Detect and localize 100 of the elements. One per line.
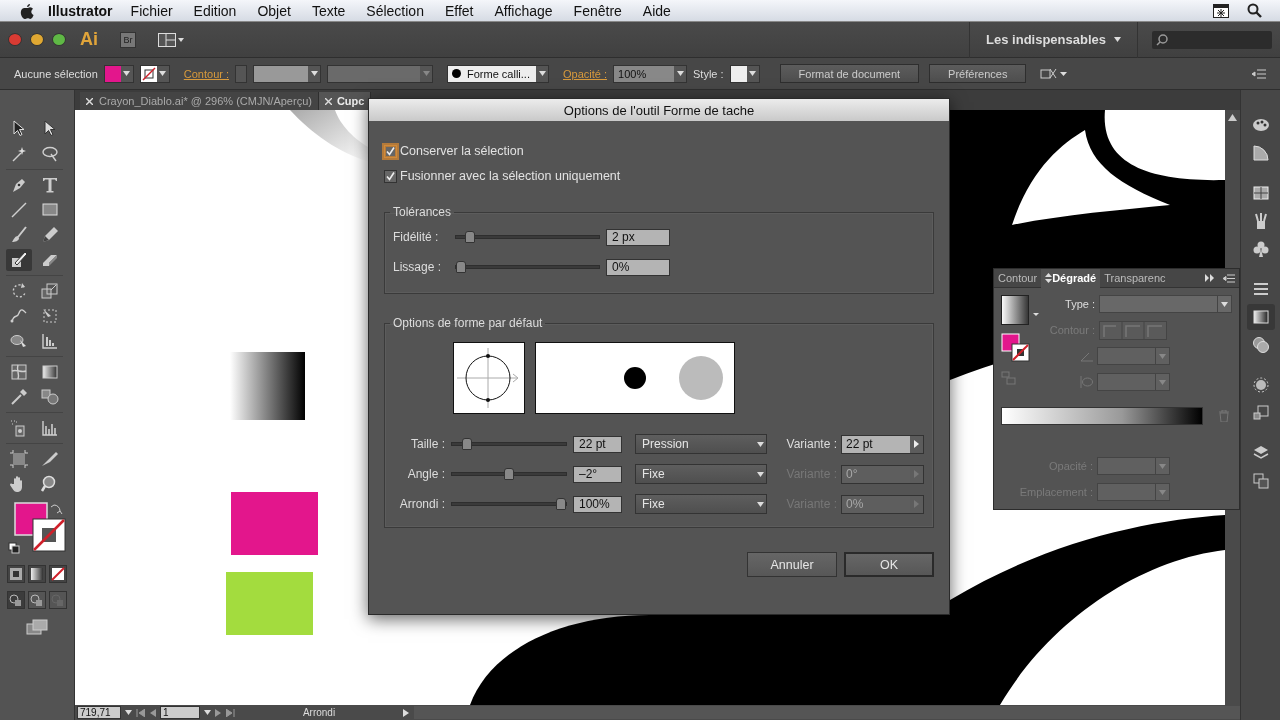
slider-thumb[interactable] bbox=[456, 261, 466, 273]
tool-button[interactable] bbox=[6, 249, 32, 271]
expand-icon[interactable] bbox=[1205, 274, 1215, 282]
menu-item[interactable]: Texte bbox=[311, 2, 346, 19]
menu-item[interactable]: Sélection bbox=[366, 2, 424, 19]
opacity-link[interactable]: Opacité : bbox=[563, 67, 608, 80]
arrow-icon bbox=[914, 440, 919, 448]
close-icon[interactable] bbox=[86, 97, 93, 105]
fill-stroke-icon[interactable] bbox=[7, 501, 67, 557]
caret-icon bbox=[1114, 37, 1121, 42]
slider-thumb[interactable] bbox=[465, 231, 476, 243]
menu-item[interactable]: Objet bbox=[257, 2, 291, 19]
menu-icon[interactable] bbox=[1252, 68, 1266, 79]
stroke-weight-field[interactable] bbox=[253, 64, 322, 83]
zoom-field[interactable]: 719,71 bbox=[77, 706, 121, 719]
field-label: Fidélité : bbox=[393, 230, 440, 244]
app-menu[interactable]: Illustrator bbox=[48, 2, 113, 19]
menu-item[interactable]: Effet bbox=[444, 2, 474, 19]
swatch-icon bbox=[140, 65, 157, 82]
tab-label: Crayon_Diablo.ai* @ 296% (CMJN/Aperçu) bbox=[99, 95, 312, 107]
window-icon[interactable] bbox=[1213, 3, 1229, 18]
artboard-field[interactable]: 1 bbox=[160, 706, 200, 719]
panel-tab[interactable]: Contour bbox=[994, 268, 1042, 288]
menu-item[interactable]: Aide bbox=[642, 2, 671, 19]
last-page-icon[interactable] bbox=[226, 708, 235, 717]
gradient-swatch[interactable] bbox=[1001, 295, 1039, 325]
scroll-up-icon[interactable] bbox=[1228, 114, 1237, 121]
transform-icon bbox=[1250, 403, 1271, 423]
screen-mode-icon[interactable] bbox=[26, 619, 48, 635]
arrow-icon bbox=[914, 500, 919, 508]
fill-dropdown[interactable] bbox=[103, 64, 134, 83]
toolbar-button[interactable]: Format de document bbox=[779, 64, 920, 83]
value-field[interactable]: 0% bbox=[606, 258, 670, 276]
gradient-icon bbox=[1250, 307, 1271, 327]
free-transform-icon bbox=[40, 306, 60, 326]
status-menu-icon[interactable] bbox=[403, 708, 410, 717]
style-dropdown[interactable] bbox=[729, 64, 760, 83]
checkbox-label: Conserver la sélection bbox=[400, 144, 524, 158]
variation-field[interactable]: 22 pt bbox=[841, 434, 924, 454]
close-icon[interactable] bbox=[324, 97, 332, 105]
apple-icon bbox=[20, 2, 34, 19]
caret-icon bbox=[422, 71, 430, 76]
lasso-icon bbox=[40, 144, 60, 164]
stroke-link[interactable]: Contour : bbox=[183, 67, 230, 80]
stroke-dropdown[interactable] bbox=[139, 64, 170, 83]
window-control-button[interactable] bbox=[8, 33, 22, 46]
fill-stroke-icon[interactable] bbox=[1001, 333, 1031, 363]
menu-item[interactable]: Fenêtre bbox=[573, 2, 622, 19]
window-control-button[interactable] bbox=[52, 33, 66, 46]
document-tab[interactable]: Crayon_Diablo.ai* @ 296% (CMJN/Aperçu) bbox=[80, 92, 319, 110]
ok-button[interactable]: OK bbox=[844, 552, 934, 577]
opacity-field[interactable]: 100% bbox=[613, 64, 688, 83]
menu-icon[interactable] bbox=[1223, 273, 1235, 283]
profile-dropdown[interactable] bbox=[327, 64, 434, 83]
arrow-icon bbox=[914, 470, 919, 478]
mesh-icon bbox=[9, 362, 29, 382]
toolbar-button[interactable]: Préférences bbox=[929, 64, 1027, 83]
dropdown-value: Pression bbox=[642, 437, 689, 451]
swatches-icon bbox=[1250, 183, 1271, 203]
panel-tab[interactable]: Dégradé bbox=[1041, 268, 1101, 288]
bridge-button[interactable]: Br bbox=[120, 31, 136, 48]
document-tab[interactable]: Cupc bbox=[318, 92, 372, 110]
scale-icon bbox=[40, 281, 60, 301]
value-field[interactable]: 2 px bbox=[606, 228, 670, 246]
dropdown-value: Fixe bbox=[642, 497, 665, 511]
caret-icon bbox=[757, 471, 764, 477]
horizontal-scrollbar[interactable] bbox=[414, 706, 1240, 719]
none-mode-icon[interactable] bbox=[50, 566, 66, 582]
search-field[interactable] bbox=[1152, 30, 1272, 49]
menu-item[interactable]: Edition bbox=[193, 2, 237, 19]
gradient-mode-icon[interactable] bbox=[29, 566, 45, 582]
arrange-icon[interactable] bbox=[1040, 66, 1069, 81]
brush-name: Forme calli... bbox=[467, 67, 530, 80]
checkbox[interactable] bbox=[384, 144, 397, 158]
window-control-button[interactable] bbox=[30, 33, 44, 46]
draw-normal-icon[interactable] bbox=[8, 592, 24, 608]
menu-item[interactable]: Affichage bbox=[494, 2, 553, 19]
panel-button[interactable] bbox=[1246, 304, 1275, 330]
first-page-icon[interactable] bbox=[136, 708, 145, 717]
brush-dropdown[interactable]: Forme calli... bbox=[447, 64, 549, 83]
mode-dropdown[interactable]: Pression bbox=[635, 434, 767, 454]
stepper-icon bbox=[1045, 273, 1053, 283]
slider-thumb[interactable] bbox=[462, 438, 473, 450]
workspace-switcher[interactable]: Les indispensables bbox=[986, 32, 1106, 47]
layout-icon[interactable] bbox=[158, 32, 184, 47]
color-guide-icon bbox=[1250, 143, 1271, 163]
search-icon[interactable] bbox=[1247, 3, 1262, 18]
previous-page-icon[interactable] bbox=[149, 708, 156, 717]
search-icon bbox=[1156, 33, 1168, 46]
value-field[interactable]: 22 pt bbox=[573, 435, 622, 453]
menu-item[interactable]: Fichier bbox=[130, 2, 173, 19]
panel-tab[interactable]: Transparenc bbox=[1100, 268, 1170, 288]
cancel-button[interactable]: Annuler bbox=[747, 552, 837, 577]
swatch-icon bbox=[730, 65, 747, 82]
caret-icon bbox=[538, 71, 546, 76]
caret-icon bbox=[1159, 463, 1166, 469]
checkbox[interactable] bbox=[384, 169, 397, 183]
color-mode-icon[interactable] bbox=[8, 566, 24, 582]
next-page-icon[interactable] bbox=[215, 708, 222, 717]
draw-behind-icon[interactable] bbox=[29, 592, 45, 608]
